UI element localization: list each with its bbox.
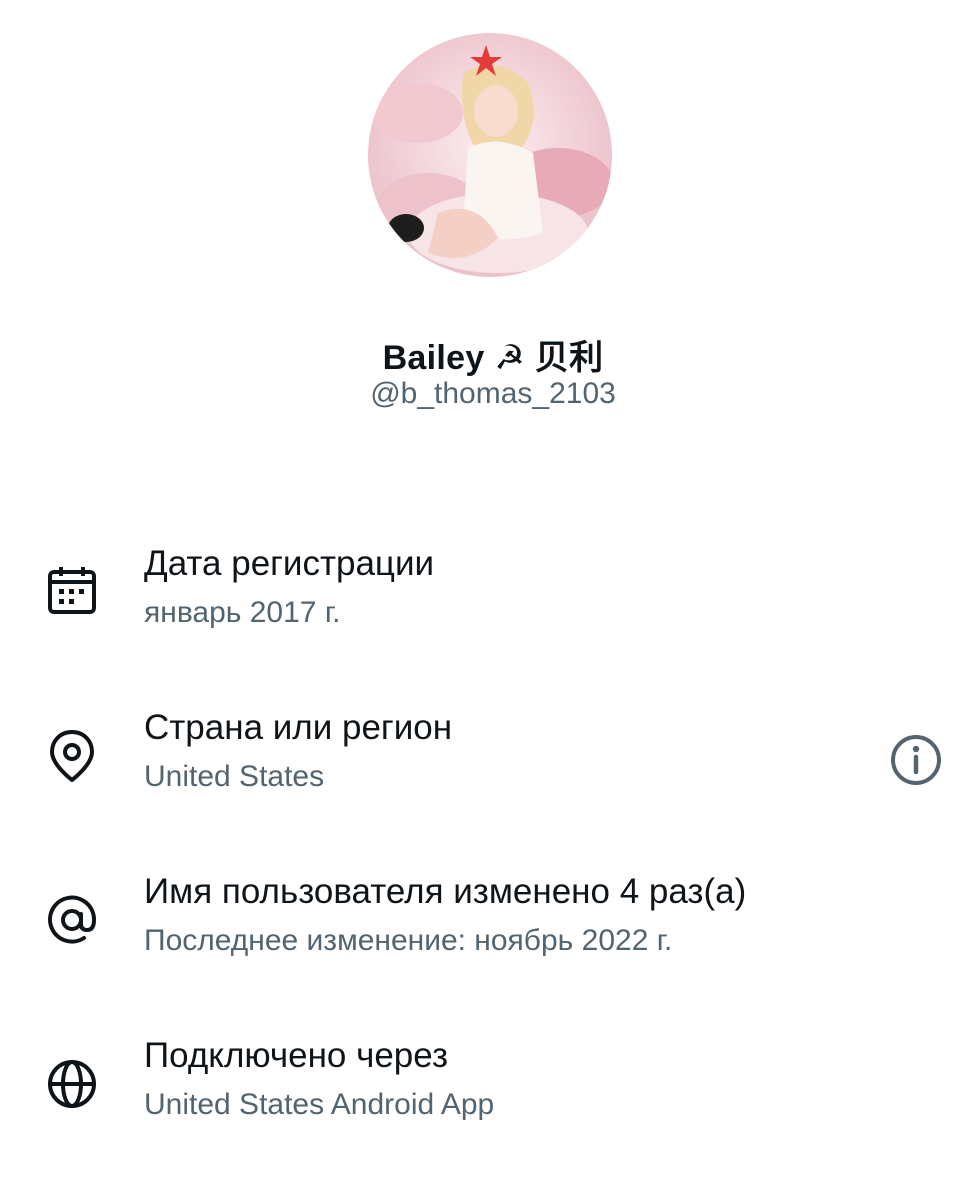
username-changes-value: Последнее изменение: ноябрь 2022 г.	[144, 924, 673, 957]
about-row-join-date: Дата регистрации январь 2017 г.	[0, 544, 976, 654]
about-row-country: Страна или регион United States	[0, 708, 976, 818]
join-date-title: Дата регистрации	[144, 544, 435, 583]
calendar-icon	[48, 567, 96, 614]
profile-display-name: Bailey ☭ 贝利	[382, 339, 604, 377]
about-row-connected-via: Подключено через United States Android A…	[0, 1036, 976, 1146]
country-title: Страна или регион	[144, 708, 453, 747]
connected-via-value: United States Android App	[144, 1088, 495, 1121]
username-changes-title: Имя пользователя изменено 4 раз(а)	[144, 872, 747, 911]
join-date-value: январь 2017 г.	[144, 596, 341, 629]
avatar-illustration	[368, 33, 612, 277]
globe-icon	[48, 1060, 96, 1108]
profile-avatar[interactable]	[368, 33, 612, 277]
country-value: United States	[144, 760, 325, 793]
connected-via-title: Подключено через	[144, 1036, 449, 1075]
profile-handle: @b_thomas_2103	[370, 377, 616, 410]
location-pin-icon	[50, 730, 94, 782]
at-sign-icon	[48, 895, 97, 944]
about-row-username-changes: Имя пользователя изменено 4 раз(а) После…	[0, 872, 976, 982]
info-icon[interactable]	[888, 732, 944, 788]
